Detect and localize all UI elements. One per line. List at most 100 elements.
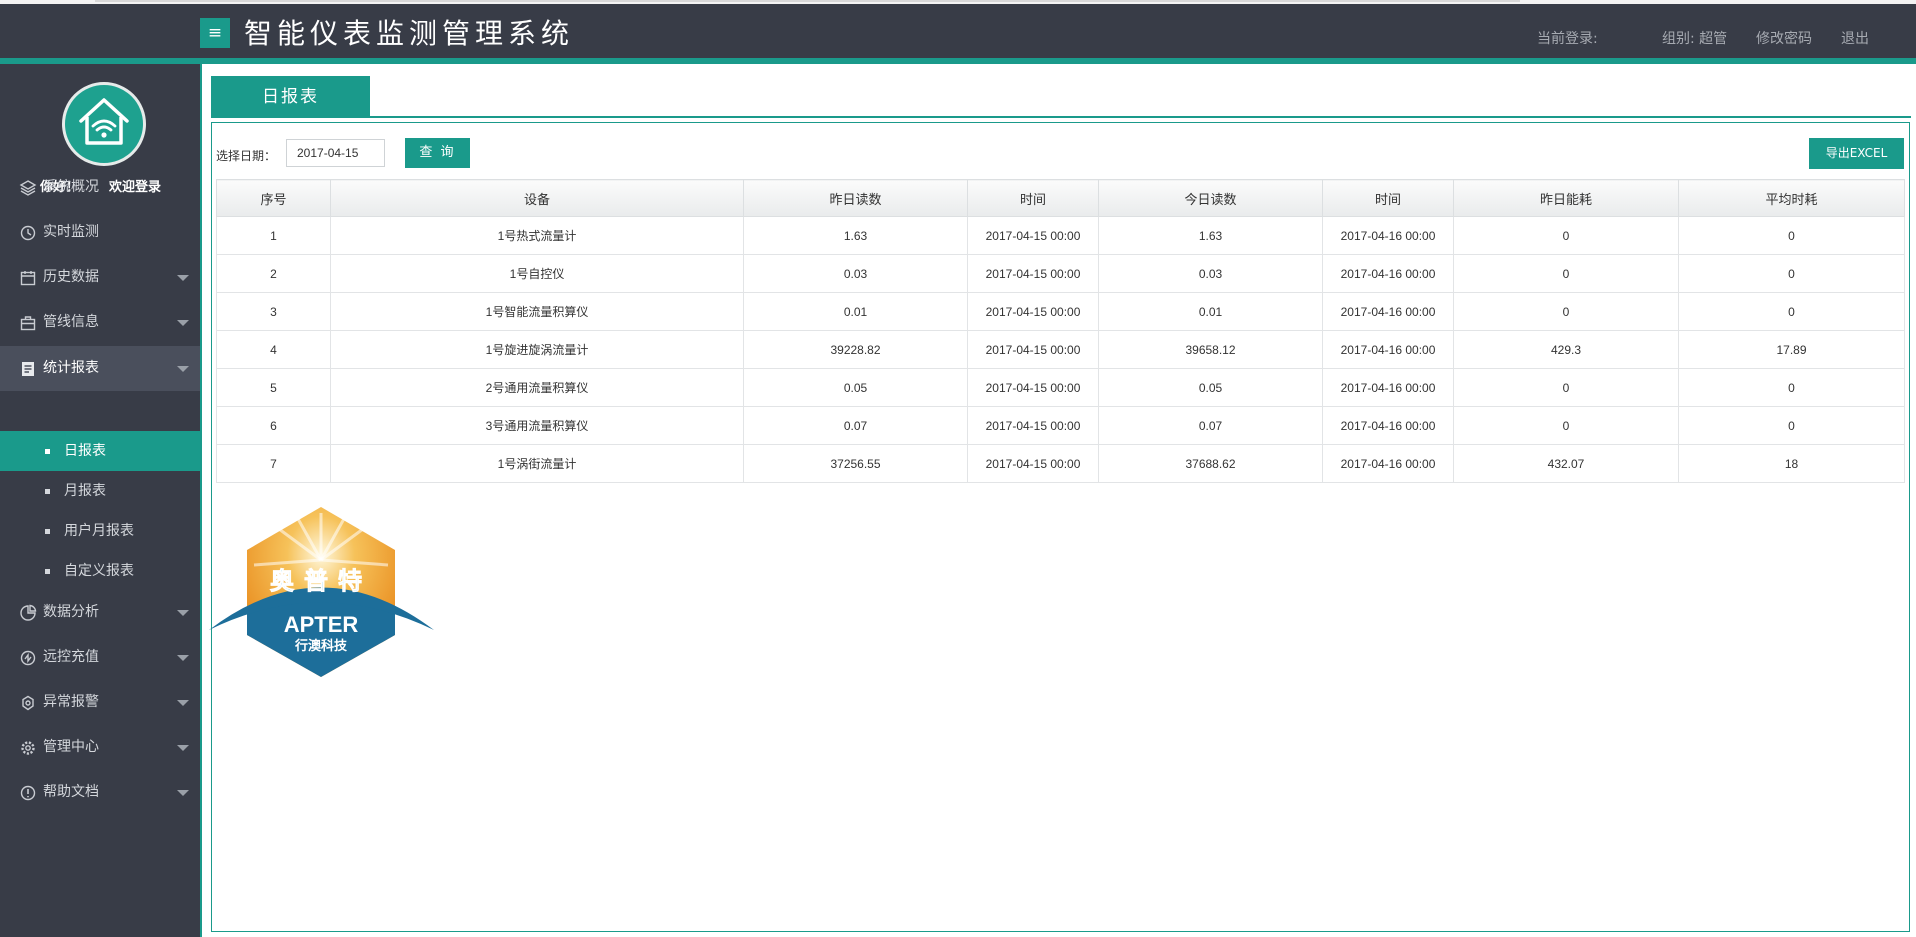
column-header: 设备: [330, 179, 744, 217]
table-cell: 3号通用流量积算仪: [330, 406, 744, 445]
sidebar-item-label: 系统概况: [43, 179, 99, 195]
table-header-row: 序号 设备 昨日读数 时间 今日读数 时间 昨日能耗 平均时耗: [216, 179, 1905, 217]
table-row: 2 1号自控仪 0.03 2017-04-15 00:00 0.03 2017-04-16…: [216, 254, 1905, 293]
column-header: 昨日能耗: [1453, 179, 1679, 217]
top-strip-line: [95, 0, 1520, 2]
table-cell: 1: [216, 216, 331, 255]
layers-icon: [19, 180, 37, 196]
app-header: ≡ 智能仪表监测管理系统 当前登录: 组别: 超管 修改密码 退出: [0, 4, 1916, 61]
sidebar-subitem-daily-report[interactable]: 日报表: [0, 431, 200, 471]
column-header: 平均时耗: [1678, 179, 1905, 217]
date-input[interactable]: [286, 139, 385, 167]
svg-text:APTER: APTER: [284, 612, 359, 637]
table-cell: 0: [1678, 406, 1905, 445]
sidebar-subitem-custom-report[interactable]: 自定义报表: [0, 551, 200, 591]
table-cell: 7: [216, 444, 331, 483]
sidebar-item-remote-recharge[interactable]: 远控充值: [0, 635, 200, 680]
sidebar-item-system-overview[interactable]: 系统概况: [0, 165, 200, 210]
table-cell: 0: [1678, 216, 1905, 255]
chevron-down-icon: [177, 320, 189, 326]
table-cell: 2017-04-16 00:00: [1322, 254, 1454, 293]
header-accent-line: [0, 58, 1916, 64]
table-cell: 1.63: [743, 216, 968, 255]
table-cell: 1号热式流量计: [330, 216, 744, 255]
sidebar-subitem-label: 月报表: [64, 483, 106, 499]
table-cell: 17.89: [1678, 330, 1905, 369]
column-header: 今日读数: [1098, 179, 1323, 217]
table-row: 5 2号通用流量积算仪 0.05 2017-04-15 00:00 0.05 2017-0…: [216, 368, 1905, 407]
table-cell: 2017-04-15 00:00: [967, 292, 1099, 331]
briefcase-icon: [20, 316, 36, 331]
table-row: 1 1号热式流量计 1.63 2017-04-15 00:00 1.63 2017-04-…: [216, 216, 1905, 255]
table-cell: 2017-04-16 00:00: [1322, 444, 1454, 483]
table-cell: 2: [216, 254, 331, 293]
sidebar-item-pipeline-info[interactable]: 管线信息: [0, 300, 200, 345]
recharge-icon: [20, 650, 36, 666]
table-cell: 1.63: [1098, 216, 1323, 255]
query-button[interactable]: 查 询: [405, 138, 470, 168]
chart-icon: [20, 604, 37, 621]
table-cell: 0.07: [1098, 406, 1323, 445]
table-cell: 0.01: [743, 292, 968, 331]
sidebar-item-label: 管理中心: [43, 739, 99, 755]
sidebar-item-alarms[interactable]: 异常报警: [0, 680, 200, 725]
sidebar-subitem-label: 日报表: [64, 443, 106, 459]
table-cell: 3: [216, 292, 331, 331]
table-cell: 1号智能流量积算仪: [330, 292, 744, 331]
sidebar-subitem-user-monthly-report[interactable]: 用户月报表: [0, 511, 200, 551]
column-header: 昨日读数: [743, 179, 968, 217]
user-group-label: 组别: 超管: [1662, 31, 1728, 47]
apter-logo: 奥普特 APTER 行澳科技: [209, 505, 434, 684]
table-cell: 2017-04-15 00:00: [967, 444, 1099, 483]
sidebar-subitem-label: 用户月报表: [64, 523, 134, 539]
table-row: 7 1号涡街流量计 37256.55 2017-04-15 00:00 37688.62…: [216, 444, 1905, 483]
sidebar-item-data-analysis[interactable]: 数据分析: [0, 590, 200, 635]
table-cell: 0: [1678, 254, 1905, 293]
sidebar-item-label: 异常报警: [43, 694, 99, 710]
chevron-down-icon: [177, 366, 189, 372]
sidebar-item-label: 管线信息: [43, 314, 99, 330]
table-cell: 37256.55: [743, 444, 968, 483]
table-cell: 0.05: [1098, 368, 1323, 407]
sidebar-item-help-docs[interactable]: 帮助文档: [0, 770, 200, 815]
table-cell: 0: [1453, 254, 1679, 293]
change-password-link[interactable]: 修改密码: [1756, 30, 1812, 48]
table-cell: 5: [216, 368, 331, 407]
sidebar-item-management-center[interactable]: 管理中心: [0, 725, 200, 770]
table-cell: 2017-04-16 00:00: [1322, 292, 1454, 331]
tab-daily-report[interactable]: 日报表: [211, 76, 370, 118]
table-cell: 37688.62: [1098, 444, 1323, 483]
table-cell: 0: [1678, 368, 1905, 407]
table-cell: 4: [216, 330, 331, 369]
sidebar-item-history-data[interactable]: 历史数据: [0, 255, 200, 300]
logout-link[interactable]: 退出: [1841, 30, 1869, 48]
sidebar-item-realtime-monitor[interactable]: 实时监测: [0, 210, 200, 255]
column-header: 时间: [1322, 179, 1454, 217]
history-icon: [20, 225, 36, 241]
export-excel-button[interactable]: 导出EXCEL: [1809, 138, 1904, 169]
table-cell: 2017-04-15 00:00: [967, 406, 1099, 445]
chevron-down-icon: [177, 610, 189, 616]
table-cell: 2017-04-16 00:00: [1322, 216, 1454, 255]
bullet-icon: [45, 449, 50, 454]
bullet-icon: [45, 529, 50, 534]
table-cell: 39228.82: [743, 330, 968, 369]
table-cell: 2017-04-16 00:00: [1322, 406, 1454, 445]
current-login-label: 当前登录:: [1537, 31, 1598, 47]
table-cell: 0: [1453, 292, 1679, 331]
bullet-icon: [45, 569, 50, 574]
table-cell: 0: [1453, 368, 1679, 407]
table-row: 3 1号智能流量积算仪 0.01 2017-04-15 00:00 0.01 2017-0…: [216, 292, 1905, 331]
menu-toggle-button[interactable]: ≡: [200, 18, 230, 48]
calendar-icon: [20, 271, 36, 286]
table-cell: 0.01: [1098, 292, 1323, 331]
sidebar-item-label: 统计报表: [43, 360, 99, 376]
app-title: 智能仪表监测管理系统: [244, 17, 575, 50]
sidebar-item-statistics-reports[interactable]: 统计报表: [0, 346, 200, 391]
sidebar-border: [200, 64, 202, 937]
table-cell: 2017-04-16 00:00: [1322, 330, 1454, 369]
bullet-icon: [45, 489, 50, 494]
table-cell: 0.05: [743, 368, 968, 407]
table-row: 6 3号通用流量积算仪 0.07 2017-04-15 00:00 0.07 2017-0…: [216, 406, 1905, 445]
sidebar-subitem-monthly-report[interactable]: 月报表: [0, 471, 200, 511]
